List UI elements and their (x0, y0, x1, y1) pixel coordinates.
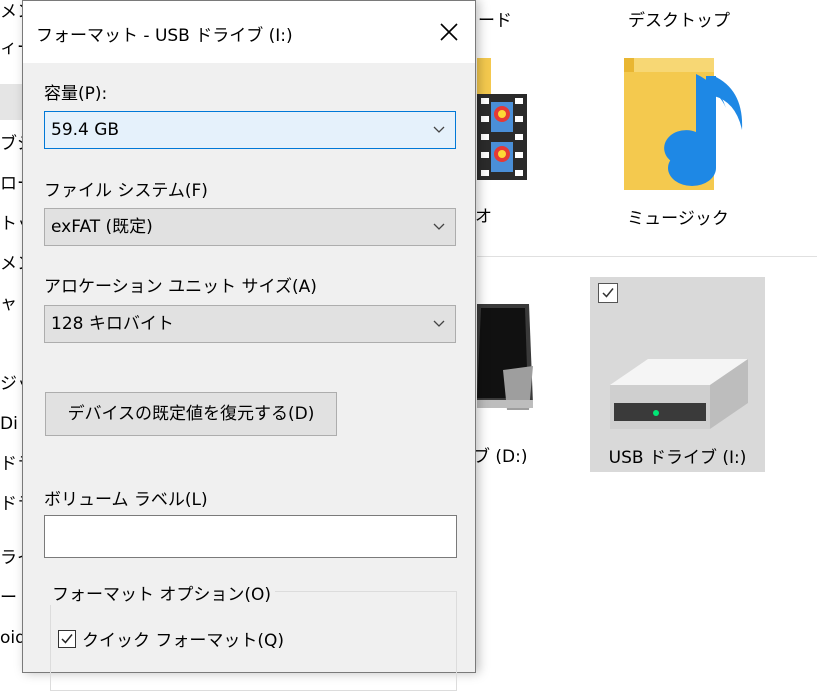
select-checkbox[interactable] (598, 283, 618, 303)
section-divider (477, 256, 817, 257)
chevron-down-icon (433, 223, 445, 230)
music-label: ミュージック (627, 209, 729, 229)
allocation-value: 128 キロバイト (51, 314, 174, 334)
quick-format-option[interactable]: クイック フォーマット(Q) (58, 626, 284, 651)
music-folder-icon (624, 58, 743, 190)
check-icon (602, 288, 614, 298)
filesystem-label: ファイル システム(F) (44, 181, 208, 201)
videos-folder[interactable]: オ (475, 56, 537, 241)
capacity-select[interactable]: 59.4 GB (44, 111, 456, 149)
volume-label-input[interactable] (45, 516, 456, 557)
downloads-label-fragment: ード (478, 11, 512, 31)
close-icon (440, 23, 458, 41)
close-button[interactable] (423, 9, 475, 55)
volume-label-field[interactable] (44, 515, 457, 558)
drive-d-label: ブ (D:) (473, 447, 528, 467)
volume-label-label: ボリューム ラベル(L) (44, 490, 208, 510)
dialog-titlebar[interactable]: フォーマット - USB ドライブ (I:) (23, 1, 475, 63)
chevron-down-icon (433, 126, 445, 133)
drive-d[interactable]: ブ (D:) (473, 300, 547, 480)
allocation-select[interactable]: 128 キロバイト (44, 305, 456, 343)
filesystem-value: exFAT (既定) (51, 217, 153, 237)
quick-format-checkbox[interactable] (58, 629, 76, 648)
restore-defaults-button[interactable]: デバイスの既定値を復元する(D) (45, 392, 337, 436)
videos-label-fragment: オ (475, 207, 492, 227)
capacity-value: 59.4 GB (51, 120, 120, 140)
chevron-down-icon (433, 320, 445, 327)
quick-format-label: クイック フォーマット(Q) (82, 631, 285, 651)
format-dialog: フォーマット - USB ドライブ (I:) 容量(P): 59.4 GB ファ… (22, 0, 476, 691)
dialog-title: フォーマット - USB ドライブ (I:) (36, 26, 293, 46)
video-folder-icon (477, 58, 527, 180)
desktop-label: デスクトップ (628, 11, 730, 31)
check-icon (61, 633, 73, 644)
allocation-label: アロケーション ユニット サイズ(A) (44, 277, 317, 297)
filesystem-select[interactable]: exFAT (既定) (44, 208, 456, 246)
music-folder[interactable]: ミュージック (610, 56, 746, 241)
format-options-legend: フォーマット オプション(O) (48, 580, 276, 605)
tablet-device-icon (477, 304, 533, 410)
capacity-label: 容量(P): (44, 84, 108, 104)
usb-drive-icon (610, 359, 748, 429)
usb-drive-item[interactable]: USB ドライブ (I:) (590, 277, 765, 472)
usb-drive-label: USB ドライブ (I:) (608, 448, 747, 468)
